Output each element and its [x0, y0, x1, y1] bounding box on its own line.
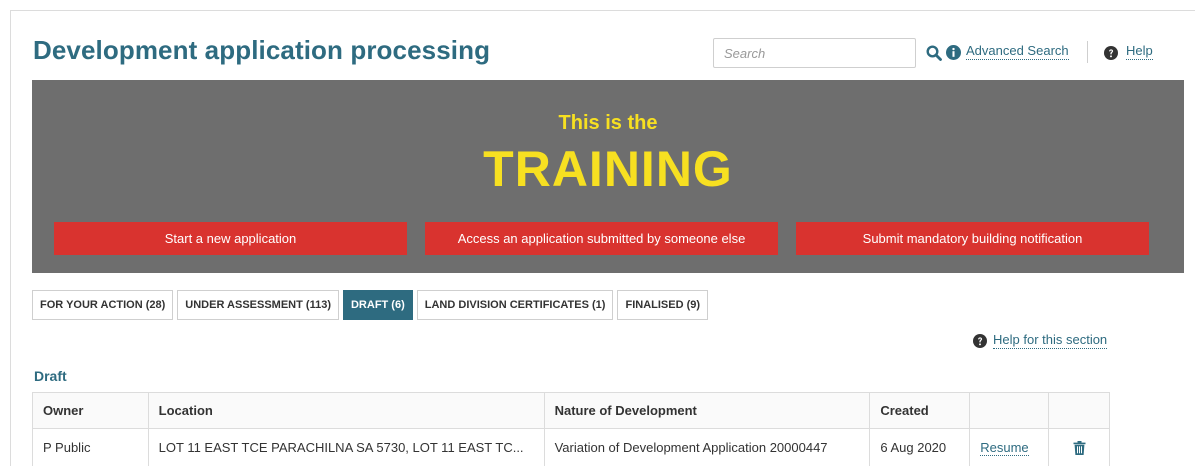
- advanced-search-link[interactable]: Advanced Search: [966, 43, 1069, 60]
- banner-subtitle: This is the: [558, 112, 658, 134]
- column-header-owner[interactable]: Owner: [32, 392, 149, 429]
- resume-link[interactable]: Resume: [980, 440, 1029, 456]
- cell-delete: [1048, 428, 1110, 466]
- status-tabs: FOR YOUR ACTION (28) UNDER ASSESSMENT (1…: [32, 290, 709, 320]
- help-for-this-section-link[interactable]: Help for this section: [993, 332, 1108, 349]
- table-row: P Public LOT 11 EAST TCE PARACHILNA SA 5…: [32, 428, 1110, 466]
- column-header-location[interactable]: Location: [147, 392, 545, 429]
- column-header-delete: [1048, 392, 1110, 429]
- column-header-nature[interactable]: Nature of Development: [543, 392, 871, 429]
- submit-building-notification-button[interactable]: Submit mandatory building notification: [796, 222, 1149, 255]
- column-header-created[interactable]: Created: [869, 392, 971, 429]
- draft-applications-table: Owner Location Nature of Development Cre…: [32, 392, 1110, 466]
- tab-finalised[interactable]: FINALISED (9): [617, 290, 709, 320]
- cell-location: LOT 11 EAST TCE PARACHILNA SA 5730, LOT …: [147, 428, 545, 466]
- info-icon[interactable]: [946, 45, 961, 60]
- tab-under-assessment[interactable]: UNDER ASSESSMENT (113): [177, 290, 339, 320]
- cell-action: Resume: [969, 428, 1050, 466]
- help-icon[interactable]: [1104, 46, 1118, 60]
- tab-land-division-certificates[interactable]: LAND DIVISION CERTIFICATES (1): [416, 290, 614, 320]
- tab-for-your-action[interactable]: FOR YOUR ACTION (28): [32, 290, 174, 320]
- column-header-action: [969, 392, 1050, 429]
- tab-draft[interactable]: DRAFT (6): [342, 290, 413, 320]
- trash-icon[interactable]: [1073, 441, 1086, 456]
- help-link[interactable]: Help: [1126, 43, 1153, 60]
- section-help-icon[interactable]: [973, 334, 987, 348]
- section-heading: Draft: [34, 368, 67, 384]
- cell-created: 6 Aug 2020: [869, 428, 971, 466]
- app-frame: Development application processing Advan…: [10, 10, 1195, 466]
- table-header-row: Owner Location Nature of Development Cre…: [32, 392, 1110, 429]
- page-title: Development application processing: [33, 35, 491, 65]
- cell-owner: P Public: [32, 428, 149, 466]
- cell-nature: Variation of Development Application 200…: [543, 428, 871, 466]
- training-banner: This is the TRAINING Start a new applica…: [32, 80, 1184, 273]
- start-new-application-button[interactable]: Start a new application: [54, 222, 407, 255]
- search-icon[interactable]: [926, 45, 942, 61]
- header-divider: [1087, 41, 1088, 63]
- access-application-button[interactable]: Access an application submitted by someo…: [425, 222, 778, 255]
- banner-title: TRAINING: [483, 141, 733, 197]
- search-input[interactable]: [713, 38, 916, 68]
